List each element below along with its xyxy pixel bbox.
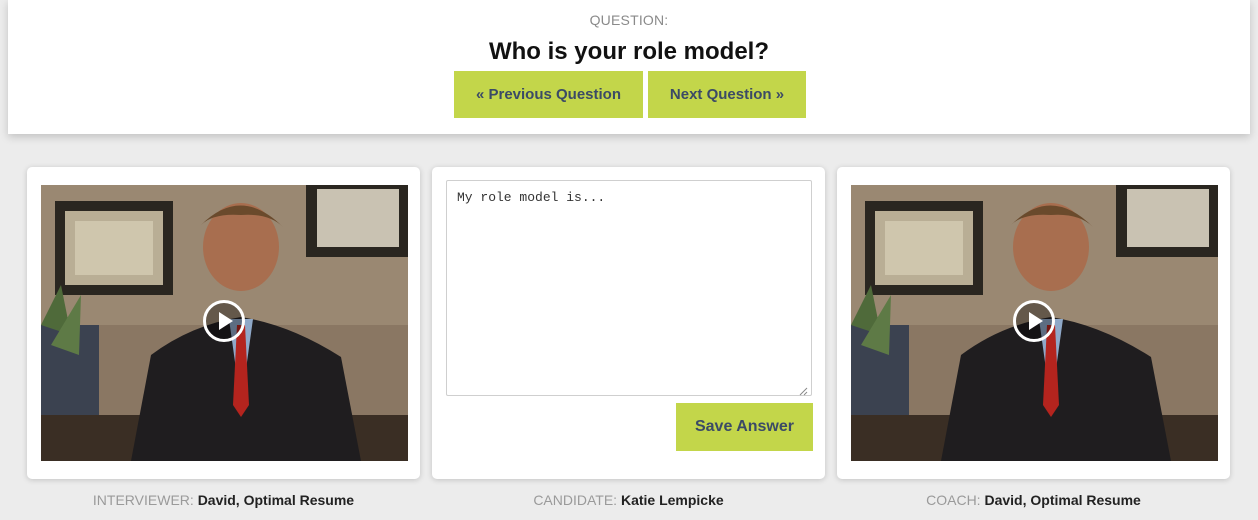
interviewer-video-card [27, 167, 420, 479]
coach-video[interactable] [851, 185, 1218, 461]
question-header: QUESTION: Who is your role model? « Prev… [8, 0, 1250, 134]
interviewer-caption: INTERVIEWER: David, Optimal Resume [27, 492, 420, 508]
save-answer-button[interactable]: Save Answer [676, 403, 813, 451]
coach-role-label: COACH: [926, 492, 981, 508]
coach-video-card [837, 167, 1230, 479]
interviewer-video[interactable] [41, 185, 408, 461]
coach-name: David, Optimal Resume [984, 492, 1141, 508]
answer-textarea[interactable]: My role model is... [446, 180, 812, 396]
interviewer-name: David, Optimal Resume [197, 492, 355, 508]
resize-grip-icon [799, 387, 808, 396]
candidate-role-label: CANDIDATE: [533, 492, 618, 508]
candidate-answer-card: My role model is... Save Answer [432, 167, 825, 479]
candidate-name: Katie Lempicke [620, 492, 724, 508]
question-title: Who is your role model? [488, 38, 770, 65]
play-button[interactable] [1013, 300, 1055, 342]
question-label: QUESTION: [589, 12, 669, 28]
candidate-caption: CANDIDATE: Katie Lempicke [432, 492, 825, 508]
next-question-button[interactable]: Next Question » [648, 71, 806, 118]
play-icon [219, 312, 233, 330]
play-icon [1029, 312, 1043, 330]
textarea-resize-grip[interactable] [798, 383, 808, 396]
interviewer-role-label: INTERVIEWER: [92, 492, 194, 508]
play-button[interactable] [203, 300, 245, 342]
coach-caption: COACH: David, Optimal Resume [837, 492, 1230, 508]
previous-question-button[interactable]: « Previous Question [454, 71, 643, 118]
